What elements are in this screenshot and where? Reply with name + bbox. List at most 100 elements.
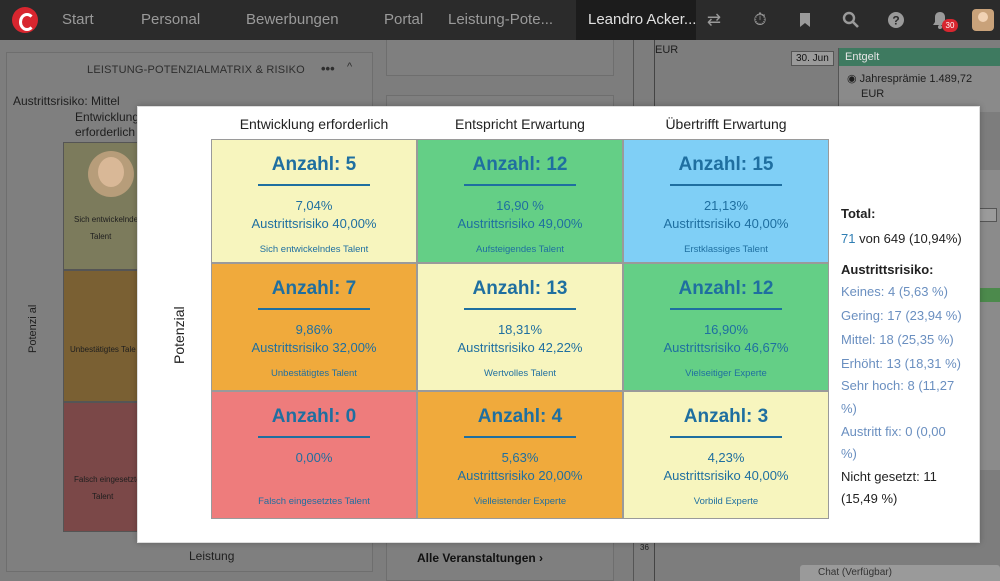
top-navigation-bar: Start Personal Bewerbungen Portal Leistu… <box>0 0 1000 40</box>
date-tag: 30. Jun <box>791 51 834 66</box>
cell-percent: 16,90% <box>703 322 749 337</box>
cell-count: Anzahl: 12 <box>678 278 774 299</box>
green-bar <box>979 288 1000 302</box>
cell-name: Erstklassiges Talent <box>684 244 768 255</box>
active-user-name: Leandro Acker... <box>588 11 697 28</box>
cell-risk: Austrittsrisiko 46,67% <box>663 340 789 355</box>
cell-name: Vielleistender Experte <box>473 496 567 507</box>
risk-nicht-gesetzt: Nicht gesetzt: 11 <box>841 469 937 484</box>
total-rest: von 649 (10,94%) <box>859 231 962 246</box>
chevron-right-icon: ◉ <box>847 73 860 85</box>
nav-start[interactable]: Start <box>62 11 94 28</box>
cell-risk: Austrittsrisiko 40,00% <box>663 216 789 231</box>
cell-risk: Austrittsrisiko 20,00% <box>457 468 583 483</box>
cell-count: Anzahl: 5 <box>271 154 357 175</box>
cell-count: Anzahl: 0 <box>271 406 357 427</box>
bg-cell-bottom: Falsch eingesetztes Talent <box>63 402 145 532</box>
bookmark-icon[interactable] <box>795 10 815 30</box>
column-label-line1: Entwicklung <box>75 110 140 124</box>
cell-risk: Austrittsrisiko 49,00% <box>457 216 583 231</box>
matrix-cell[interactable]: Anzahl: 3 4,23% Austrittsrisiko 40,00% V… <box>623 391 829 519</box>
cell-name: Sich entwickelndes Talent <box>259 244 369 255</box>
matrix-cell[interactable]: Anzahl: 12 16,90 % Austrittsrisiko 49,00… <box>417 139 623 263</box>
column-header-development: Entwicklung erforderlich <box>239 116 389 132</box>
matrix-zoom-overlay: Entwicklung erforderlich Entspricht Erwa… <box>137 106 980 543</box>
risk-sehr-hoch-link-cont[interactable]: %) <box>841 401 857 416</box>
nav-bewerbungen[interactable]: Bewerbungen <box>246 11 339 28</box>
cell-count: Anzahl: 7 <box>271 278 357 299</box>
cell-percent: 7,04% <box>295 198 333 213</box>
cell-risk: Austrittsrisiko 32,00% <box>251 340 377 355</box>
risk-mittel-link[interactable]: Mittel: 18 (25,35 %) <box>841 332 954 347</box>
cell-count: Anzahl: 3 <box>683 406 769 427</box>
bg-cell-middle: Unbestätigtes Tale <box>63 270 145 402</box>
cell-name: Wertvolles Talent <box>484 368 556 379</box>
cell-count: Anzahl: 15 <box>678 154 774 175</box>
risk-nicht-gesetzt-cont: (15,49 %) <box>841 491 898 506</box>
nav-leistung-potenzial[interactable]: Leistung-Pote... <box>448 11 553 28</box>
risk-sehr-hoch-link[interactable]: Sehr hoch: 8 (11,27 <box>841 378 954 393</box>
cell-count: Anzahl: 13 <box>472 278 568 299</box>
nav-active-user[interactable]: Leandro Acker... <box>576 0 696 40</box>
bg-cell-top: Sich entwickelnde Talent <box>63 142 145 270</box>
risk-gering-link[interactable]: Gering: 17 (23,94 %) <box>841 308 962 323</box>
collapse-icon[interactable]: ^ <box>347 61 352 73</box>
matrix-cell[interactable]: Anzahl: 7 9,86% Austrittsrisiko 32,00% U… <box>211 263 417 391</box>
cell-count: Anzahl: 12 <box>472 154 568 175</box>
entgelt-item-text: Jahresprämie 1.489,72 <box>859 73 973 85</box>
all-events-link[interactable]: Alle Veranstaltungen › <box>417 551 543 565</box>
search-icon[interactable] <box>840 10 860 30</box>
cell-underline <box>464 184 576 186</box>
matrix-container: Entwicklung erforderlich Entspricht Erwa… <box>147 116 970 535</box>
cell-risk: Austrittsrisiko 40,00% <box>251 216 377 231</box>
cell-percent: 5,63% <box>501 450 539 465</box>
total-value: 71 von 649 (10,94%) <box>841 231 962 246</box>
matrix-cell[interactable]: Anzahl: 4 5,63% Austrittsrisiko 20,00% V… <box>417 391 623 519</box>
nav-personal[interactable]: Personal <box>141 11 200 28</box>
matrix-cell[interactable]: Anzahl: 15 21,13% Austrittsrisiko 40,00%… <box>623 139 829 263</box>
cell-underline <box>258 436 370 438</box>
column-header-exceeds: Übertrifft Erwartung <box>665 116 787 132</box>
help-icon[interactable]: ? <box>886 10 906 30</box>
chat-widget[interactable]: Chat (Verfügbar) <box>800 565 1000 581</box>
risk-fix-link[interactable]: Austritt fix: 0 (0,00 <box>841 424 946 439</box>
user-avatar[interactable] <box>972 9 994 31</box>
matrix-cell[interactable]: Anzahl: 5 7,04% Austrittsrisiko 40,00% S… <box>211 139 417 263</box>
total-label: Total: <box>841 206 876 221</box>
cell-underline <box>258 184 370 186</box>
bg-cell-top-label: Sich entwickelnde <box>74 215 139 224</box>
matrix-cell[interactable]: Anzahl: 13 18,31% Austrittsrisiko 42,22%… <box>417 263 623 391</box>
switch-arrows-icon[interactable]: ⇄ <box>704 10 724 30</box>
cell-percent: 16,90 % <box>496 198 544 213</box>
risk-erhoeht-link[interactable]: Erhöht: 13 (18,31 %) <box>841 356 961 371</box>
axis-tick: 36 <box>640 543 649 552</box>
mid-widget-top <box>386 40 614 76</box>
entgelt-title: Entgelt <box>839 48 1000 66</box>
dropdown-icon[interactable] <box>979 208 997 222</box>
cell-percent: 4,23% <box>707 450 745 465</box>
matrix-cell[interactable]: Anzahl: 12 16,90% Austrittsrisiko 46,67%… <box>623 263 829 391</box>
cell-percent: 9,86% <box>295 322 333 337</box>
app-logo[interactable] <box>12 7 38 33</box>
cell-underline <box>670 184 782 186</box>
risk-keines-link[interactable]: Keines: 4 (5,63 %) <box>841 284 948 299</box>
widget-title: LEISTUNG-POTENZIALMATRIX & RISIKO <box>87 64 305 76</box>
performance-potential-grid: Anzahl: 5 7,04% Austrittsrisiko 40,00% S… <box>211 139 829 519</box>
cell-underline <box>258 308 370 310</box>
bg-cell-bottom-label2: Talent <box>92 492 114 501</box>
stopwatch-icon[interactable]: ⏱ <box>750 10 770 30</box>
bg-cell-top-label2: Talent <box>90 232 112 241</box>
more-options-icon[interactable]: ••• <box>321 61 335 76</box>
risk-fix-link-cont[interactable]: %) <box>841 446 857 461</box>
matrix-cell[interactable]: Anzahl: 0 0,00% Falsch eingesetztes Tale… <box>211 391 417 519</box>
cell-name: Falsch eingesetztes Talent <box>258 496 370 507</box>
cell-name: Aufsteigendes Talent <box>475 244 565 255</box>
cell-underline <box>464 436 576 438</box>
entgelt-currency: EUR <box>861 88 885 100</box>
bg-cell-bottom-label: Falsch eingesetztes <box>74 475 145 484</box>
nav-portal[interactable]: Portal <box>384 11 423 28</box>
cell-risk: Austrittsrisiko 40,00% <box>663 468 789 483</box>
employee-photo <box>88 151 134 197</box>
bg-cell-middle-label: Unbestätigtes Tale <box>70 345 136 354</box>
entgelt-item: ◉ Jahresprämie 1.489,72 <box>847 72 972 85</box>
